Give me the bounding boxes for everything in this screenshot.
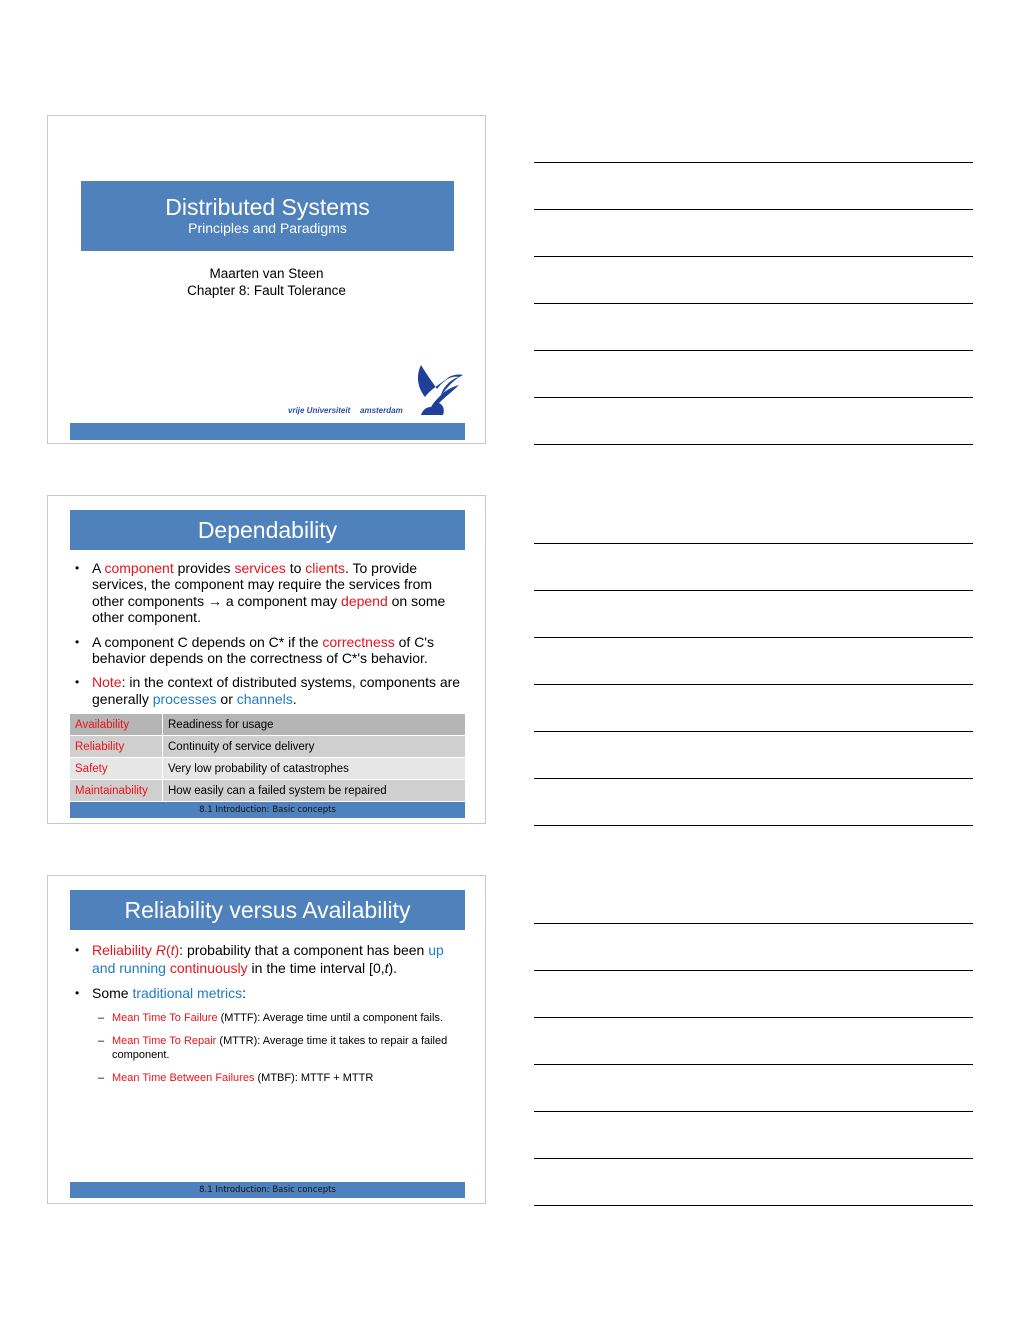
note-line (534, 303, 973, 304)
desc-cell: Readiness for usage (162, 713, 465, 736)
table-row: Maintainability How easily can a failed … (70, 779, 465, 801)
emphasis-term: R (155, 942, 166, 958)
emphasis-term: channels (236, 690, 293, 707)
slide-3-footer: 8.1 Introduction: Basic concepts (70, 1182, 465, 1198)
desc-cell: Continuity of service delivery (162, 735, 465, 758)
note-line (534, 1111, 973, 1112)
university-logo: vrije Universiteit amsterdam (288, 363, 468, 418)
note-line (534, 543, 973, 544)
table-row: Safety Very low probability of catastrop… (70, 757, 465, 780)
slide-3: Reliability versus Availability Reliabil… (47, 875, 486, 1204)
emphasis-term: clients (305, 560, 345, 576)
text-segment: Some (92, 985, 133, 1001)
text-segment: ). (388, 960, 398, 976)
text-segment: provides (173, 560, 235, 576)
bullet: Some traditional metrics: (71, 985, 466, 1002)
author: Maarten van Steen (209, 266, 324, 281)
bullet: Note: in the context of distributed syst… (71, 674, 466, 707)
text-segment: : probability that a component has been (179, 942, 429, 958)
sub-bullet: Mean Time To Failure (MTTF): Average tim… (98, 1011, 458, 1025)
text-segment: or (216, 690, 237, 707)
emphasis-term: Mean Time Between Failures (112, 1072, 255, 1084)
slide-3-title-box: Reliability versus Availability (70, 890, 465, 930)
slide-1: Distributed Systems Principles and Parad… (47, 115, 486, 444)
term-cell: Availability (70, 713, 163, 736)
emphasis-term: Note (92, 674, 122, 691)
logo-text-vrije: vrije Universiteit (288, 406, 351, 415)
chapter: Chapter 8: Fault Tolerance (187, 283, 346, 298)
slide-1-subtitle: Principles and Paradigms (188, 220, 347, 236)
slide-2-title: Dependability (197, 517, 338, 543)
desc-cell: How easily can a failed system be repair… (162, 779, 465, 801)
note-line (534, 731, 973, 732)
text-segment: in the time interval [0, (247, 960, 385, 976)
note-line (534, 923, 973, 924)
note-line (534, 637, 973, 638)
note-line (534, 1017, 973, 1018)
term-cell: Maintainability (70, 779, 163, 801)
text-segment: A component C depends on C* if the (92, 633, 323, 650)
text-segment: . (292, 690, 297, 707)
note-line (534, 1158, 973, 1159)
emphasis-term: Reliability (92, 942, 156, 958)
slide-1-footer-bar (70, 423, 465, 440)
slide-3-subbullets: Mean Time To Failure (MTTF): Average tim… (98, 1011, 458, 1094)
note-line (534, 1205, 973, 1206)
slide-2-footer: 8.1 Introduction: Basic concepts (70, 802, 465, 818)
emphasis-term: component (104, 560, 174, 576)
sub-bullet: Mean Time To Repair (MTTR): Average time… (98, 1034, 458, 1062)
text-segment: (MTTF): Average time until a component f… (217, 1012, 443, 1024)
text-segment: to (285, 560, 306, 576)
note-line (534, 825, 973, 826)
note-line (534, 1064, 973, 1065)
table-row: Reliability Continuity of service delive… (70, 735, 465, 758)
emphasis-term: Mean Time To Repair (112, 1035, 217, 1047)
emphasis-term: traditional metrics (132, 985, 243, 1001)
slide-3-bullets: Reliability R(t): probability that a com… (71, 941, 466, 1009)
term-cell: Safety (70, 757, 163, 780)
slide-2-bullets: A component provides services to clients… (71, 560, 466, 715)
note-line (534, 350, 973, 351)
note-line (534, 397, 973, 398)
emphasis-term: correctness (322, 633, 395, 650)
emphasis-term: services (234, 560, 286, 576)
text-segment: A (92, 560, 105, 576)
desc-cell: Very low probability of catastrophes (162, 757, 465, 780)
slide-1-title: Distributed Systems (165, 194, 370, 220)
griffin-logo-icon (417, 365, 463, 415)
text-segment: (MTBF): MTTF + MTTR (254, 1072, 374, 1084)
bullet: Reliability R(t): probability that a com… (71, 941, 466, 977)
note-line (534, 778, 973, 779)
bullet: A component C depends on C* if the corre… (71, 634, 466, 667)
note-line (534, 162, 973, 163)
emphasis-term: depend (341, 592, 388, 609)
note-line (534, 684, 973, 685)
term-cell: Reliability (70, 735, 163, 758)
sub-bullet: Mean Time Between Failures (MTBF): MTTF … (98, 1071, 458, 1085)
slide-2-title-box: Dependability (70, 510, 465, 550)
emphasis-term: Mean Time To Failure (112, 1012, 218, 1024)
table-row: Availability Readiness for usage (70, 713, 465, 736)
note-line (534, 444, 973, 445)
note-line (534, 209, 973, 210)
slide-3-title: Reliability versus Availability (124, 897, 411, 923)
bullet: A component provides services to clients… (71, 560, 466, 626)
dependability-attributes-table: Availability Readiness for usage Reliabi… (70, 713, 465, 801)
slide-2: Dependability A component provides servi… (47, 495, 486, 824)
logo-text-amsterdam: amsterdam (360, 406, 403, 415)
note-line (534, 970, 973, 971)
slide-1-title-box: Distributed Systems Principles and Parad… (81, 181, 454, 251)
text-segment: : (242, 985, 247, 1001)
emphasis-term: processes (152, 690, 217, 707)
emphasis-term: continuously (169, 960, 248, 976)
note-line (534, 256, 973, 257)
note-line (534, 590, 973, 591)
